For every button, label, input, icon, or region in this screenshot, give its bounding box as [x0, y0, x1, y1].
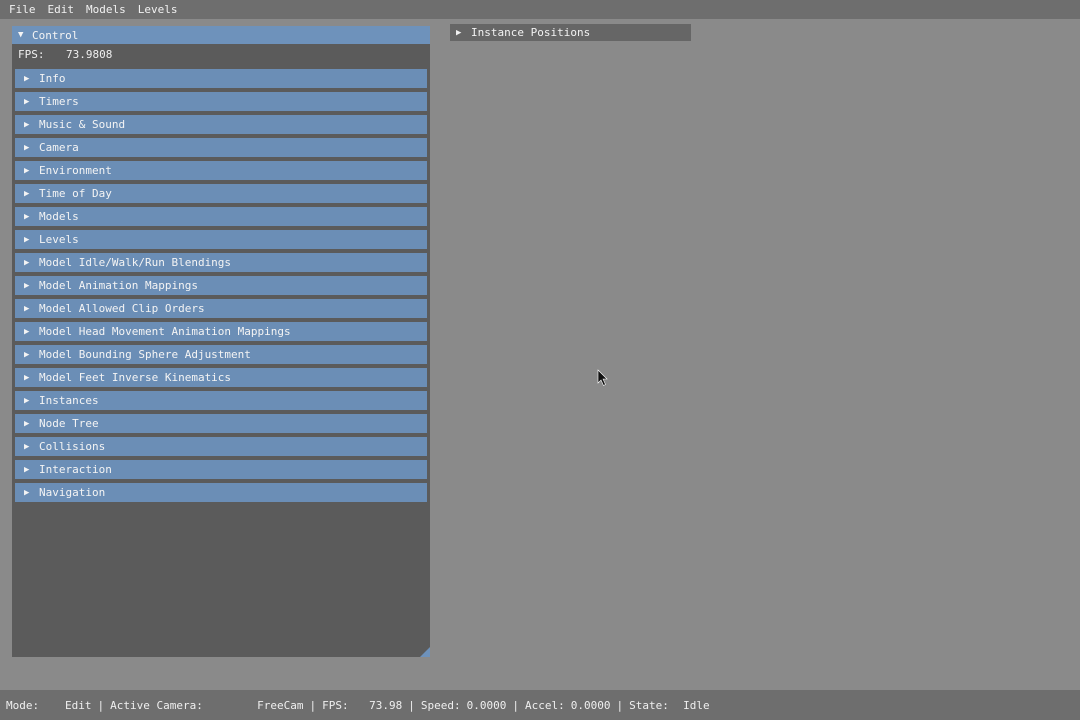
- expand-arrow-right-icon: ▶: [24, 96, 30, 107]
- section-model-bounding-sphere-adjustment[interactable]: ▶ Model Bounding Sphere Adjustment: [15, 345, 427, 364]
- status-mode-value: Edit: [65, 698, 92, 712]
- menu-bar: File Edit Models Levels: [0, 0, 1080, 19]
- expand-arrow-right-icon: ▶: [24, 372, 30, 383]
- status-camera-label: Active Camera:: [110, 698, 203, 712]
- app-root: File Edit Models Levels ▼ Control FPS: 7…: [0, 0, 1080, 720]
- status-bar: Mode: Edit | Active Camera: FreeCam | FP…: [0, 690, 1080, 720]
- instance-positions-title: Instance Positions: [471, 26, 591, 39]
- mouse-cursor-icon: [597, 369, 608, 386]
- status-separator: |: [309, 698, 317, 712]
- menu-levels[interactable]: Levels: [132, 0, 184, 19]
- expand-arrow-right-icon: ▶: [24, 303, 30, 314]
- expand-arrow-right-icon: ▶: [24, 395, 30, 406]
- fps-readout: FPS: 73.9808: [12, 44, 430, 64]
- status-fps-value: 73.98: [369, 698, 403, 712]
- section-models[interactable]: ▶ Models: [15, 207, 427, 226]
- section-instances[interactable]: ▶ Instances: [15, 391, 427, 410]
- menu-edit[interactable]: Edit: [42, 0, 81, 19]
- section-node-tree[interactable]: ▶ Node Tree: [15, 414, 427, 433]
- status-fps-label: FPS:: [322, 698, 349, 712]
- expand-arrow-right-icon: ▶: [24, 211, 30, 222]
- status-speed-value: 0.0000: [466, 698, 507, 712]
- section-interaction[interactable]: ▶ Interaction: [15, 460, 427, 479]
- expand-arrow-right-icon: ▶: [24, 165, 30, 176]
- control-window-title-bar[interactable]: ▼ Control: [12, 26, 430, 44]
- status-accel-label: Accel:: [524, 698, 565, 712]
- section-music-sound[interactable]: ▶ Music & Sound: [15, 115, 427, 134]
- section-label: Environment: [39, 164, 112, 177]
- expand-arrow-right-icon: ▶: [456, 27, 462, 38]
- status-state-label: State:: [629, 698, 669, 712]
- section-label: Timers: [39, 95, 79, 108]
- status-separator: |: [512, 698, 519, 712]
- section-label: Time of Day: [39, 187, 112, 200]
- section-info[interactable]: ▶ Info: [15, 69, 427, 88]
- section-label: Camera: [39, 141, 79, 154]
- section-navigation[interactable]: ▶ Navigation: [15, 483, 427, 502]
- section-label: Instances: [39, 394, 99, 407]
- section-label: Model Idle/Walk/Run Blendings: [39, 256, 232, 269]
- expand-arrow-right-icon: ▶: [24, 487, 30, 498]
- status-state-value: Idle: [683, 698, 710, 712]
- status-accel-value: 0.0000: [570, 698, 611, 712]
- section-time-of-day[interactable]: ▶ Time of Day: [15, 184, 427, 203]
- expand-arrow-right-icon: ▶: [24, 349, 30, 360]
- fps-value: 73.9808: [66, 47, 113, 61]
- status-separator: |: [97, 698, 105, 712]
- section-model-head-movement-animation-mappings[interactable]: ▶ Model Head Movement Animation Mappings: [15, 322, 427, 341]
- section-environment[interactable]: ▶ Environment: [15, 161, 427, 180]
- section-label: Collisions: [39, 440, 106, 453]
- expand-arrow-right-icon: ▶: [24, 119, 30, 130]
- expand-arrow-right-icon: ▶: [24, 326, 30, 337]
- status-separator: |: [616, 698, 624, 712]
- section-model-allowed-clip-orders[interactable]: ▶ Model Allowed Clip Orders: [15, 299, 427, 318]
- section-label: Models: [39, 210, 79, 223]
- status-speed-label: Speed:: [420, 698, 461, 712]
- section-label: Model Feet Inverse Kinematics: [39, 371, 232, 384]
- expand-arrow-right-icon: ▶: [24, 418, 30, 429]
- status-mode-label: Mode:: [6, 698, 40, 712]
- section-camera[interactable]: ▶ Camera: [15, 138, 427, 157]
- expand-arrow-right-icon: ▶: [24, 142, 30, 153]
- instance-positions-window[interactable]: ▶ Instance Positions: [450, 24, 691, 41]
- status-separator: |: [408, 698, 415, 712]
- fps-label: FPS:: [18, 47, 45, 61]
- section-label: Model Head Movement Animation Mappings: [39, 325, 291, 338]
- menu-models[interactable]: Models: [80, 0, 132, 19]
- expand-arrow-right-icon: ▶: [24, 441, 30, 452]
- section-collisions[interactable]: ▶ Collisions: [15, 437, 427, 456]
- expand-arrow-right-icon: ▶: [24, 73, 30, 84]
- expand-arrow-right-icon: ▶: [24, 234, 30, 245]
- section-model-idle-walk-run-blendings[interactable]: ▶ Model Idle/Walk/Run Blendings: [15, 253, 427, 272]
- collapse-arrow-down-icon[interactable]: ▼: [18, 30, 32, 40]
- expand-arrow-right-icon: ▶: [24, 188, 30, 199]
- section-label: Info: [39, 72, 66, 85]
- section-label: Interaction: [39, 463, 112, 476]
- section-levels[interactable]: ▶ Levels: [15, 230, 427, 249]
- section-model-feet-inverse-kinematics[interactable]: ▶ Model Feet Inverse Kinematics: [15, 368, 427, 387]
- expand-arrow-right-icon: ▶: [24, 464, 30, 475]
- section-label: Model Bounding Sphere Adjustment: [39, 348, 251, 361]
- window-resize-grip[interactable]: [420, 647, 430, 657]
- section-label: Navigation: [39, 486, 106, 499]
- control-window: ▼ Control FPS: 73.9808 ▶ Info ▶ Timers ▶…: [12, 26, 430, 657]
- status-camera-value: FreeCam: [257, 698, 304, 712]
- section-list: ▶ Info ▶ Timers ▶ Music & Sound ▶ Camera…: [15, 69, 427, 506]
- section-label: Node Tree: [39, 417, 99, 430]
- expand-arrow-right-icon: ▶: [24, 280, 30, 291]
- section-label: Levels: [39, 233, 79, 246]
- section-label: Model Animation Mappings: [39, 279, 198, 292]
- control-window-title: Control: [32, 28, 79, 42]
- menu-file[interactable]: File: [0, 0, 42, 19]
- section-model-animation-mappings[interactable]: ▶ Model Animation Mappings: [15, 276, 427, 295]
- section-label: Model Allowed Clip Orders: [39, 302, 205, 315]
- section-label: Music & Sound: [39, 118, 126, 131]
- section-timers[interactable]: ▶ Timers: [15, 92, 427, 111]
- expand-arrow-right-icon: ▶: [24, 257, 30, 268]
